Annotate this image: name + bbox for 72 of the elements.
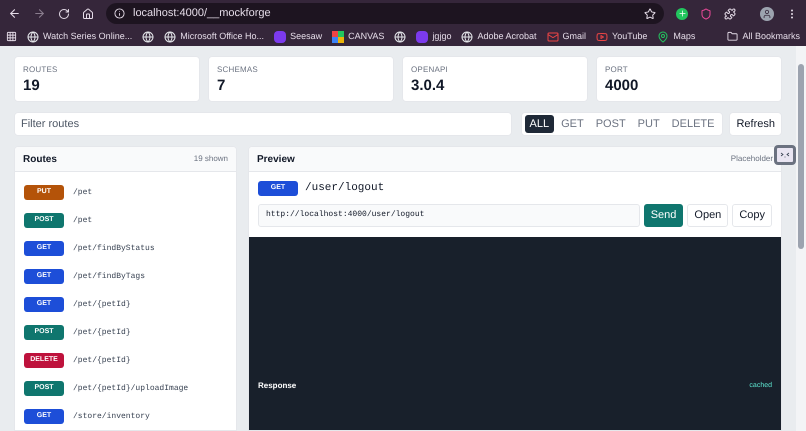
stat-label: SCHEMAS [217, 64, 259, 76]
reload-icon[interactable] [58, 8, 70, 20]
bookmark-item[interactable] [394, 30, 406, 42]
stat-label: PORT [605, 64, 629, 76]
bookmark-item[interactable]: Adobe Acrobat [461, 30, 536, 44]
bookmark-item[interactable] [142, 30, 154, 42]
method-filter-tab[interactable]: DELETE [666, 115, 720, 133]
route-path: /pet/{petId} [73, 326, 131, 338]
route-path: /pet [73, 186, 92, 198]
method-filter-tab[interactable]: ALL [524, 115, 554, 133]
action-button[interactable]: Open [687, 204, 728, 226]
stat-value: 19 [23, 76, 41, 96]
refresh-button[interactable]: Refresh [729, 112, 782, 136]
s-logo-icon [416, 30, 428, 42]
apps-icon[interactable] [6, 31, 17, 42]
action-button[interactable]: Send [644, 204, 684, 226]
bookmark-item[interactable]: CANVAS [332, 30, 384, 44]
all-bookmarks-button[interactable]: All Bookmarks [727, 30, 800, 44]
route-path: /pet/findByTags [73, 270, 146, 282]
route-path: /pet/{petId} [73, 354, 131, 366]
extension-widget-icon[interactable] [774, 145, 796, 165]
profile-avatar[interactable] [760, 6, 774, 20]
route-path: /pet/{petId} [73, 298, 131, 310]
route-path: /pet/{petId}/uploadImage [73, 382, 188, 394]
bookmark-item[interactable]: Maps [657, 30, 696, 44]
response-title: Response [258, 380, 296, 392]
plus-extension-icon[interactable] [676, 8, 688, 20]
map-pin-icon [657, 30, 670, 42]
stat-value: 3.0.4 [411, 76, 446, 96]
filter-field[interactable]: Filter routes [14, 112, 512, 136]
method-filter-tab[interactable]: GET [556, 115, 589, 133]
route-path: /pet/findByStatus [73, 242, 155, 254]
bookmark-item[interactable]: Seesaw [274, 30, 322, 44]
route-path: /pet [73, 214, 92, 226]
bookmark-item[interactable]: Watch Series Online... [27, 30, 132, 44]
mail-icon [546, 30, 558, 42]
route-path: /user/logout [305, 181, 384, 196]
shield-icon[interactable] [700, 8, 712, 20]
folder-icon [727, 31, 738, 42]
video-icon [596, 30, 608, 42]
panel-title: Preview [257, 152, 295, 166]
bookmark-item[interactable]: jgjgo [416, 30, 452, 44]
url-text: localhost:4000/__mockforge [133, 6, 272, 22]
address-bar[interactable]: localhost:4000/__mockforge [106, 3, 664, 24]
route-path: /store/inventory [73, 410, 150, 422]
url-field[interactable]: http://localhost:4000/user/logout [258, 204, 640, 226]
globe-icon [461, 30, 474, 42]
bookmark-star-icon[interactable] [644, 8, 656, 20]
stat-label: OPENAPI [411, 64, 449, 76]
globe-icon [394, 30, 406, 42]
grid-logo-icon [332, 30, 344, 42]
info-icon [114, 8, 125, 19]
panel-title: Routes [23, 152, 57, 166]
home-icon[interactable] [82, 8, 94, 20]
stat-value: 4000 [605, 76, 640, 96]
s-logo-icon [274, 30, 286, 42]
back-icon[interactable] [8, 7, 21, 20]
method-filter-tab[interactable]: POST [590, 115, 631, 133]
placeholder-label: Placeholder [730, 153, 773, 165]
action-button[interactable]: Copy [732, 204, 772, 226]
globe-icon [27, 30, 39, 42]
stat-value: 7 [217, 76, 226, 96]
bookmark-item[interactable]: Microsoft Office Ho... [164, 30, 264, 44]
globe-icon [164, 30, 176, 42]
bookmark-item[interactable]: Gmail [546, 30, 586, 44]
globe-icon [142, 30, 154, 42]
bookmark-item[interactable]: YouTube [596, 30, 648, 44]
method-filter-tab[interactable]: PUT [632, 115, 665, 133]
extensions-icon[interactable] [724, 8, 736, 20]
forward-icon[interactable] [33, 7, 46, 20]
route-count: 19 shown [194, 153, 228, 165]
stat-label: ROUTES [23, 64, 59, 76]
